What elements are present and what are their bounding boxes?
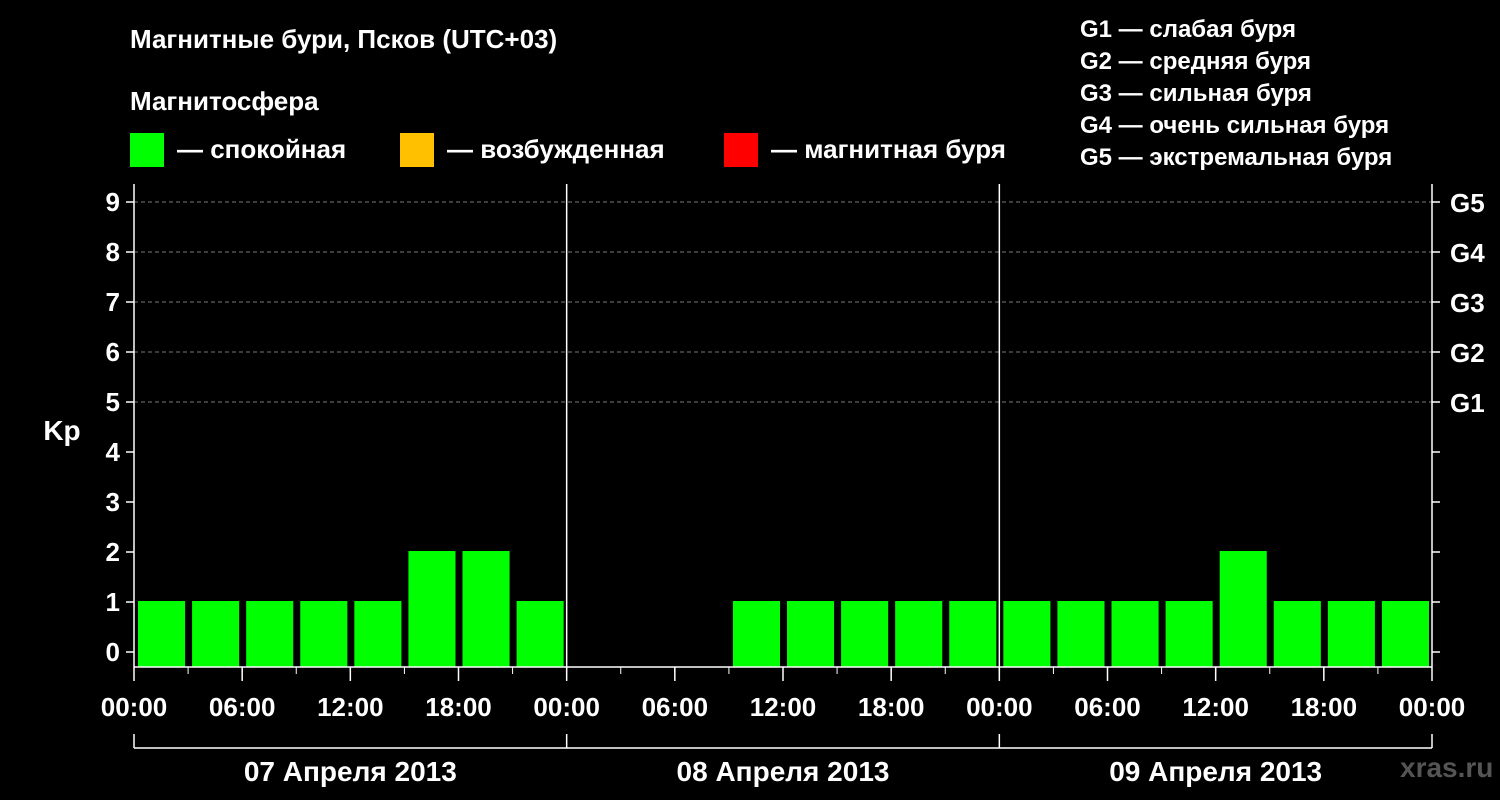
x-tick-label: 00:00	[966, 692, 1033, 722]
kp-bar	[354, 601, 402, 667]
kp-bar	[1165, 601, 1213, 667]
x-tick-label: 00:00	[533, 692, 600, 722]
kp-bar	[1219, 551, 1267, 667]
kp-bar	[246, 601, 294, 667]
kp-bar	[516, 601, 564, 667]
day-label: 08 Апреля 2013	[677, 756, 890, 787]
x-tick-label: 12:00	[317, 692, 384, 722]
kp-bar	[408, 551, 456, 667]
x-tick-label: 18:00	[425, 692, 492, 722]
x-tick-label: 00:00	[1399, 692, 1466, 722]
y-tick-label: 1	[106, 587, 120, 617]
kp-bar	[732, 601, 780, 667]
day-label: 07 Апреля 2013	[244, 756, 457, 787]
kp-bar	[192, 601, 240, 667]
watermark: xras.ru	[1400, 752, 1494, 783]
x-tick-label: 06:00	[642, 692, 709, 722]
g-axis-label: G2	[1450, 338, 1485, 368]
kp-bar	[895, 601, 943, 667]
y-tick-label: 0	[106, 637, 120, 667]
y-tick-label: 5	[106, 387, 120, 417]
kp-bar	[1327, 601, 1375, 667]
kp-bar	[138, 601, 186, 667]
y-tick-label: 2	[106, 537, 120, 567]
y-tick-label: 8	[106, 237, 120, 267]
kp-bar	[1273, 601, 1321, 667]
x-tick-label: 06:00	[1074, 692, 1141, 722]
y-tick-label: 6	[106, 337, 120, 367]
kp-chart: 0 1 2 3 4 5 6 7 8 9 G1 G2 G3 G4 G5 Kp 00:00 06:00 12:00 18:…	[43, 184, 1485, 787]
x-tick-label: 00:00	[101, 692, 168, 722]
x-tick-label: 18:00	[858, 692, 925, 722]
x-tick-label: 12:00	[750, 692, 817, 722]
kp-bar	[1111, 601, 1159, 667]
g-axis-label: G5	[1450, 188, 1485, 218]
kp-bar	[462, 551, 510, 667]
y-tick-label: 7	[106, 287, 120, 317]
kp-bar	[1003, 601, 1051, 667]
kp-bar	[949, 601, 997, 667]
kp-bar	[841, 601, 889, 667]
y-axis-label: Kp	[43, 415, 80, 446]
g-axis-label: G1	[1450, 388, 1485, 418]
y-tick-label: 4	[106, 437, 121, 467]
kp-bar	[1057, 601, 1105, 667]
day-label: 09 Апреля 2013	[1109, 756, 1322, 787]
y-tick-label: 3	[106, 487, 120, 517]
kp-bar	[1381, 601, 1429, 667]
x-tick-label: 18:00	[1291, 692, 1358, 722]
g-axis-label: G4	[1450, 238, 1485, 268]
y-tick-label: 9	[106, 187, 120, 217]
x-tick-label: 06:00	[209, 692, 276, 722]
x-tick-label: 12:00	[1182, 692, 1249, 722]
g-axis-label: G3	[1450, 288, 1485, 318]
kp-bar	[787, 601, 835, 667]
kp-bar	[300, 601, 348, 667]
